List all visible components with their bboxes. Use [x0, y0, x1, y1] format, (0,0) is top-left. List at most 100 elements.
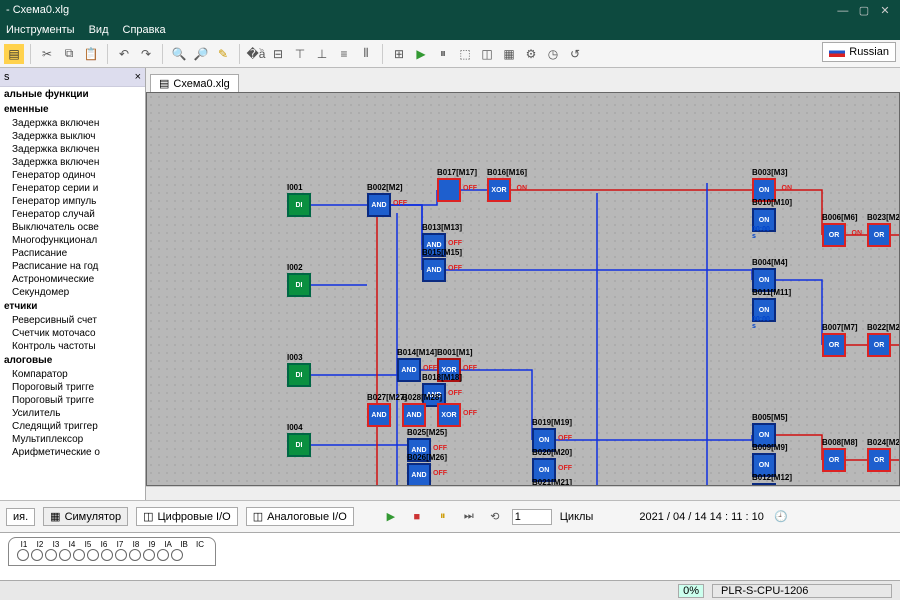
- block-B022[interactable]: B022[M22]OR: [867, 333, 891, 357]
- clock-icon[interactable]: ◷: [543, 44, 563, 64]
- io-led[interactable]: [17, 549, 29, 561]
- block-B026[interactable]: B026[M26]ANDOFF: [407, 463, 431, 486]
- block-B029[interactable]: XOROFF: [437, 403, 461, 427]
- block-B011[interactable]: B011[M11]ON00:00 s: [752, 298, 776, 322]
- side-item[interactable]: Генератор серии и: [0, 182, 145, 195]
- io-led[interactable]: [87, 549, 99, 561]
- io-led[interactable]: [45, 549, 57, 561]
- history-icon[interactable]: ↺: [565, 44, 585, 64]
- io-led[interactable]: [171, 549, 183, 561]
- block-B007[interactable]: B007[M7]OR: [822, 333, 846, 357]
- new-icon[interactable]: ▤: [4, 44, 24, 64]
- table-icon[interactable]: ▦: [499, 44, 519, 64]
- zoom-in-icon[interactable]: 🔍: [169, 44, 189, 64]
- block-B028[interactable]: B028[M28]AND: [402, 403, 426, 427]
- props-icon[interactable]: ⚙: [521, 44, 541, 64]
- redo-icon[interactable]: ↷: [136, 44, 156, 64]
- io-led[interactable]: [143, 549, 155, 561]
- select-icon[interactable]: ⬚: [455, 44, 475, 64]
- side-item[interactable]: Выключатель осве: [0, 221, 145, 234]
- menu-tools[interactable]: Инструменты: [6, 24, 75, 36]
- schematic-canvas[interactable]: I001DI I002DI I003DI I004DI B002[M2]ANDOFF B0…: [146, 92, 900, 486]
- side-item[interactable]: Секундомер: [0, 286, 145, 299]
- block-B024[interactable]: B024[M24]OR: [867, 448, 891, 472]
- cycles-input[interactable]: [512, 509, 552, 525]
- block-B015[interactable]: B015[M15]ANDOFF: [422, 258, 446, 282]
- side-item[interactable]: Расписание: [0, 247, 145, 260]
- side-item[interactable]: Задержка включен: [0, 117, 145, 130]
- sim-clock-icon[interactable]: 🕘: [772, 508, 790, 526]
- side-item[interactable]: Усилитель: [0, 407, 145, 420]
- simtab-digital-io[interactable]: ◫ Цифровые I/O: [136, 507, 238, 526]
- io-led[interactable]: [157, 549, 169, 561]
- side-item[interactable]: Генератор одиноч: [0, 169, 145, 182]
- block-B008[interactable]: B008[M8]OR: [822, 448, 846, 472]
- block-B027[interactable]: B027[M27]AND: [367, 403, 391, 427]
- language-selector[interactable]: Russian: [822, 42, 896, 62]
- sim-play-icon[interactable]: ▶: [382, 508, 400, 526]
- block-B016[interactable]: B016[M16]XORON: [487, 178, 511, 202]
- sim-pause-icon[interactable]: ⏸: [434, 508, 452, 526]
- pause-icon[interactable]: ⏸: [433, 44, 453, 64]
- dist-h-icon[interactable]: ≡: [334, 44, 354, 64]
- paste-icon[interactable]: 📋: [81, 44, 101, 64]
- side-item[interactable]: Задержка включен: [0, 143, 145, 156]
- simtab-iya[interactable]: ия.: [6, 508, 35, 526]
- block-B006[interactable]: B006[M6]ORON: [822, 223, 846, 247]
- block-B023[interactable]: B023[M23]OR: [867, 223, 891, 247]
- side-item[interactable]: Расписание на год: [0, 260, 145, 273]
- copy-icon[interactable]: ⧉: [59, 44, 79, 64]
- io-led[interactable]: [101, 549, 113, 561]
- block-B002[interactable]: B002[M2]ANDOFF: [367, 193, 391, 217]
- align-t-icon[interactable]: ⊤: [290, 44, 310, 64]
- side-item[interactable]: Генератор импуль: [0, 195, 145, 208]
- side-item[interactable]: Задержка включен: [0, 156, 145, 169]
- zoom-out-icon[interactable]: 🔎: [191, 44, 211, 64]
- undo-icon[interactable]: ↶: [114, 44, 134, 64]
- align-r-icon[interactable]: ⊟: [268, 44, 288, 64]
- side-item[interactable]: Пороговый тригге: [0, 394, 145, 407]
- block-B017[interactable]: B017[M17]OFF: [437, 178, 461, 202]
- side-item[interactable]: Контроль частоты: [0, 340, 145, 353]
- sim-reset-icon[interactable]: ⟲: [486, 508, 504, 526]
- sim-step-icon[interactable]: ⏭: [460, 508, 478, 526]
- canvas-scroll-h[interactable]: [146, 486, 900, 500]
- align-l-icon[interactable]: �ầ: [246, 44, 266, 64]
- block-B010[interactable]: B010[M10]ON00:00 s: [752, 208, 776, 232]
- side-item[interactable]: Следящий триггер: [0, 420, 145, 433]
- align-b-icon[interactable]: ⊥: [312, 44, 332, 64]
- tab-schema0[interactable]: ▤ Схема0.xlg: [150, 74, 239, 92]
- io-led[interactable]: [115, 549, 127, 561]
- simtab-analog-io[interactable]: ◫ Аналоговые I/O: [246, 507, 354, 526]
- dist-v-icon[interactable]: ⦀: [356, 44, 376, 64]
- run-icon[interactable]: ▶: [411, 44, 431, 64]
- block-I003[interactable]: I003DI: [287, 363, 311, 387]
- side-item[interactable]: Генератор случай: [0, 208, 145, 221]
- io-led[interactable]: [73, 549, 85, 561]
- sim-stop-icon[interactable]: ■: [408, 508, 426, 526]
- side-item[interactable]: Многофункционал: [0, 234, 145, 247]
- simtab-simulator[interactable]: ▦ Симулятор: [43, 507, 128, 526]
- cut-icon[interactable]: ✂: [37, 44, 57, 64]
- side-close-icon[interactable]: ×: [135, 71, 141, 83]
- side-item[interactable]: Задержка выключ: [0, 130, 145, 143]
- chart-icon[interactable]: ◫: [477, 44, 497, 64]
- block-I004[interactable]: I004DI: [287, 433, 311, 457]
- highlight-icon[interactable]: ✎: [213, 44, 233, 64]
- block-I002[interactable]: I002DI: [287, 273, 311, 297]
- side-item[interactable]: Реверсивный счет: [0, 314, 145, 327]
- side-item[interactable]: Астрономические: [0, 273, 145, 286]
- block-B012[interactable]: B012[M12]ON: [752, 483, 776, 486]
- menu-view[interactable]: Вид: [89, 24, 109, 36]
- close-button[interactable]: ✕: [876, 4, 894, 17]
- grid-icon[interactable]: ⊞: [389, 44, 409, 64]
- io-led[interactable]: [129, 549, 141, 561]
- io-led[interactable]: [31, 549, 43, 561]
- maximize-button[interactable]: ▢: [855, 4, 873, 17]
- block-B014[interactable]: B014[M14]ANDOFF: [397, 358, 421, 382]
- side-item[interactable]: Пороговый тригге: [0, 381, 145, 394]
- block-I001[interactable]: I001DI: [287, 193, 311, 217]
- menu-help[interactable]: Справка: [123, 24, 166, 36]
- side-item[interactable]: Счетчик моточасо: [0, 327, 145, 340]
- side-item[interactable]: Мультиплексор: [0, 433, 145, 446]
